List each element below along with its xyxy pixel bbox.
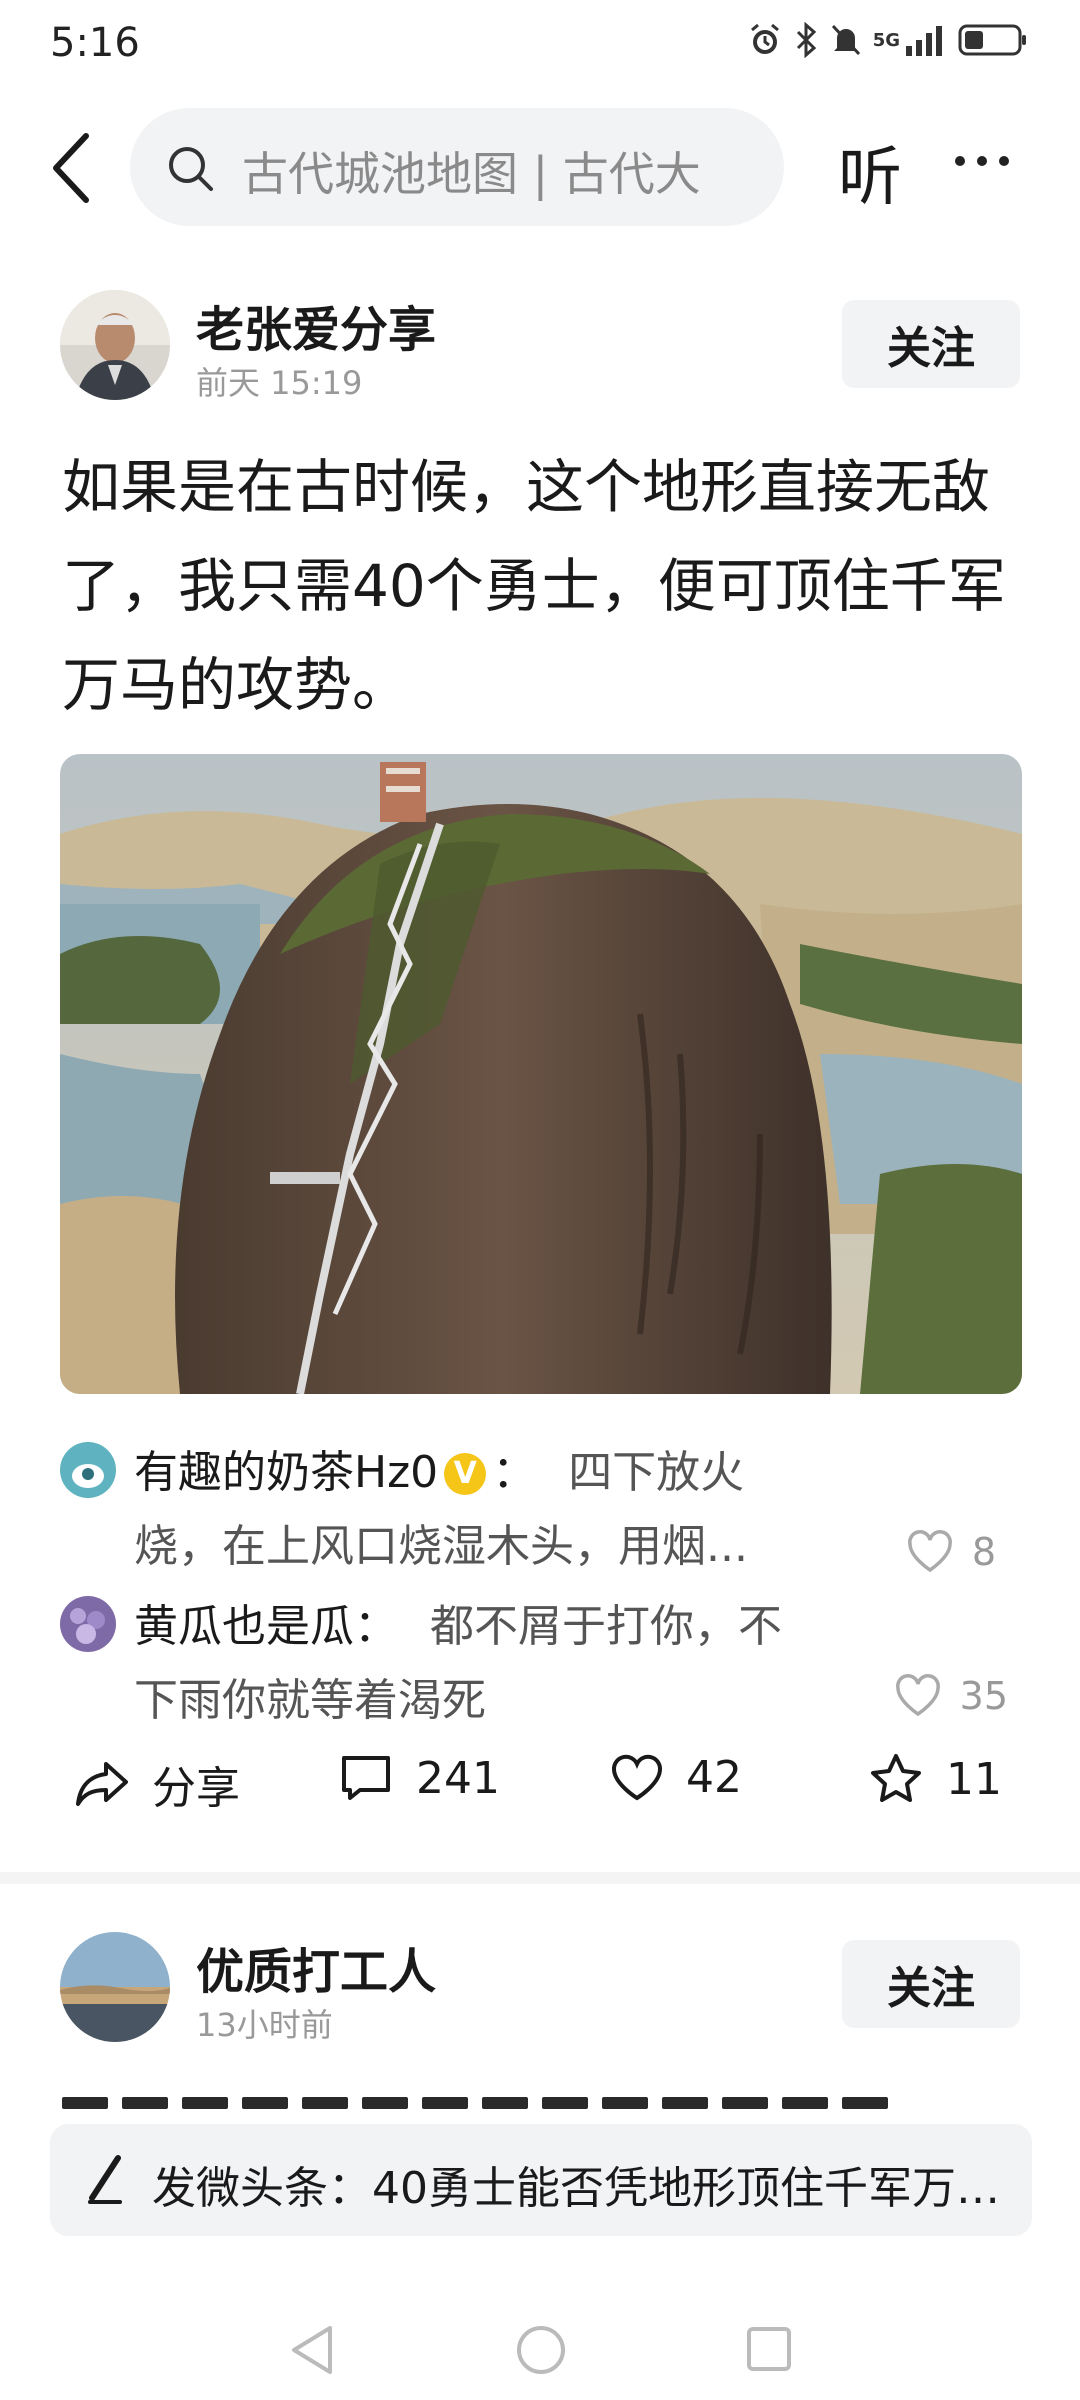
post-text[interactable]: 如果是在古时候，这个地形直接无敌了，我只需40个勇士，便可顶住千军万马的攻势。 [62, 438, 1022, 735]
heart-icon [611, 1754, 663, 1800]
battery-icon [958, 24, 1026, 56]
back-arrow-icon [53, 133, 89, 203]
commenter-name[interactable]: 黄瓜也是瓜 [134, 1601, 354, 1652]
like-count: 42 [686, 1752, 742, 1803]
listen-button[interactable]: 听 [838, 126, 902, 218]
follow-button[interactable]: 关注 [842, 300, 1020, 388]
composer-bar[interactable]: 发微头条：40勇士能否凭地形顶住千军万马攻势？ [50, 2124, 1032, 2236]
favorite-count: 11 [946, 1753, 1002, 1805]
author-name[interactable]: 老张爱分享 [196, 290, 436, 360]
comment-icon [342, 1756, 390, 1800]
comment-text-line1: 四下放火 [568, 1447, 745, 1498]
comment-text-line1: 都不屑于打你，不 [430, 1601, 782, 1652]
favorite-button[interactable]: 11 [868, 1752, 1002, 1806]
follow-button[interactable]: 关注 [842, 1940, 1020, 2028]
author-avatar[interactable] [60, 1932, 170, 2042]
comment-like-button[interactable]: 35 [894, 1674, 1008, 1718]
network-label: 5G [872, 29, 900, 51]
comment-like-count: 8 [971, 1530, 996, 1574]
share-button[interactable]: 分享 [74, 1752, 240, 1816]
comment-item[interactable]: 黄瓜也是瓜： 都不屑于打你，不 下雨你就等着渴死 35 [60, 1590, 1020, 1740]
back-button[interactable] [44, 128, 104, 208]
system-nav-bar [0, 2300, 1080, 2400]
comment-text-line2: 下雨你就等着渴死 [134, 1675, 486, 1726]
commenter-avatar[interactable] [60, 1442, 116, 1498]
comment-count: 241 [416, 1752, 500, 1804]
heart-icon [895, 1674, 940, 1717]
commenter-avatar[interactable] [60, 1596, 116, 1652]
status-time: 5:16 [50, 20, 140, 66]
search-icon [169, 147, 213, 191]
comment-item[interactable]: 有趣的奶茶Hz0 V： 四下放火 烧，在上风口烧湿木头，用烟... 8 [60, 1436, 1020, 1586]
nav-home-icon[interactable] [514, 2322, 568, 2378]
comment-text-line2: 烧，在上风口烧湿木头，用烟... [134, 1521, 748, 1572]
search-box[interactable]: 古代城池地图 | 古代大 [130, 108, 784, 226]
comment-separator: ： [354, 1601, 398, 1652]
top-nav: 古代城池地图 | 古代大 听 [0, 100, 1080, 234]
search-placeholder: 古代城池地图 | 古代大 [242, 147, 701, 201]
post-image[interactable] [60, 754, 1022, 1394]
verified-badge-icon: V [444, 1453, 487, 1495]
comment-button[interactable]: 241 [338, 1752, 500, 1804]
more-icon[interactable] [955, 156, 1009, 166]
share-label: 分享 [152, 1763, 240, 1814]
composer-text: 发微头条：40勇士能否凭地形顶住千军万马攻势？ [152, 2163, 1012, 2214]
status-icons: 5G [747, 22, 1028, 58]
nav-back-icon[interactable] [286, 2322, 336, 2378]
signal-icon [906, 26, 942, 56]
author-avatar[interactable] [60, 290, 170, 400]
status-bar: 5:16 5G [0, 0, 1080, 92]
alarm-icon [750, 23, 779, 54]
post-time: 前天 15:19 [196, 364, 363, 402]
share-icon [76, 1762, 128, 1806]
comment-like-button[interactable]: 8 [906, 1530, 996, 1574]
comment-body: 有趣的奶茶Hz0 V： 四下放火 烧，在上风口烧湿木头，用烟... [134, 1436, 834, 1584]
next-post-text-clipped [62, 2094, 1012, 2112]
nav-recents-icon[interactable] [744, 2322, 794, 2378]
comment-like-count: 35 [959, 1674, 1008, 1718]
comment-body: 黄瓜也是瓜： 都不屑于打你，不 下雨你就等着渴死 [134, 1590, 834, 1738]
comment-separator: ： [492, 1447, 537, 1498]
mute-icon [831, 24, 860, 56]
star-icon [871, 1754, 921, 1802]
feed-divider [0, 1872, 1080, 1884]
post-time: 13小时前 [196, 2006, 333, 2044]
like-button[interactable]: 42 [610, 1752, 742, 1803]
post-action-bar: 分享 241 42 11 [0, 1752, 1080, 1842]
pen-icon [88, 2155, 122, 2204]
commenter-name[interactable]: 有趣的奶茶Hz0 [134, 1447, 438, 1498]
heart-icon [907, 1530, 952, 1573]
author-name[interactable]: 优质打工人 [196, 1932, 436, 2002]
bluetooth-icon [796, 22, 816, 58]
